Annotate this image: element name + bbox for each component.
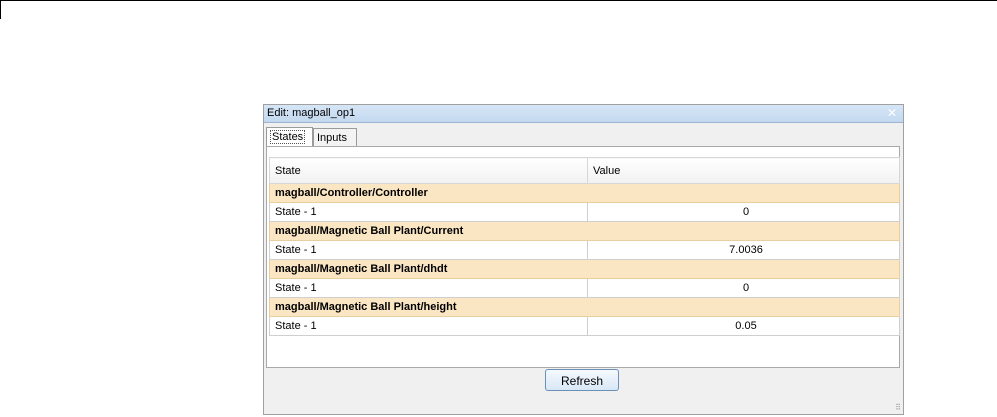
tab-states[interactable]: States <box>266 127 313 147</box>
state-value[interactable]: 0.05 <box>587 316 900 336</box>
refresh-button[interactable]: Refresh <box>545 369 619 391</box>
tab-inputs-label: Inputs <box>317 132 347 144</box>
state-label: State - 1 <box>269 240 588 260</box>
state-value[interactable]: 0 <box>587 202 900 222</box>
column-header-value[interactable]: Value <box>587 157 900 184</box>
state-value[interactable]: 7.0036 <box>587 240 900 260</box>
tab-states-label: States <box>270 130 306 144</box>
state-label: State - 1 <box>269 278 588 298</box>
group-name: magball/Magnetic Ball Plant/dhdt <box>269 259 900 279</box>
table-row: State - 1 0 <box>269 278 900 298</box>
group-name: magball/Controller/Controller <box>269 183 900 203</box>
table-row: State - 1 7.0036 <box>269 240 900 260</box>
column-header-state[interactable]: State <box>269 157 588 184</box>
top-divider-tick <box>0 1 1 19</box>
resize-grip-icon[interactable]: ⠿ <box>889 403 901 413</box>
top-divider <box>0 0 997 19</box>
table-row: State - 1 0.05 <box>269 316 900 336</box>
group-row: magball/Magnetic Ball Plant/Current <box>269 221 900 241</box>
state-label: State - 1 <box>269 316 588 336</box>
group-row: magball/Magnetic Ball Plant/dhdt <box>269 259 900 279</box>
close-icon[interactable]: ✕ <box>885 106 899 120</box>
table-header-row: State Value <box>269 157 900 184</box>
group-row: magball/Controller/Controller <box>269 183 900 203</box>
states-table: State Value magball/Controller/Controlle… <box>269 157 900 336</box>
dialog-title: Edit: magball_op1 <box>267 107 356 119</box>
dialog-titlebar[interactable]: Edit: magball_op1 ✕ <box>264 105 903 123</box>
page: Edit: magball_op1 ✕ States Inputs State … <box>0 0 997 417</box>
state-label: State - 1 <box>269 202 588 222</box>
edit-dialog: Edit: magball_op1 ✕ States Inputs State … <box>263 104 904 415</box>
group-row: magball/Magnetic Ball Plant/height <box>269 297 900 317</box>
group-name: magball/Magnetic Ball Plant/height <box>269 297 900 317</box>
tab-inputs[interactable]: Inputs <box>313 128 357 146</box>
group-name: magball/Magnetic Ball Plant/Current <box>269 221 900 241</box>
table-row: State - 1 0 <box>269 202 900 222</box>
state-value[interactable]: 0 <box>587 278 900 298</box>
states-table-frame: State Value magball/Controller/Controlle… <box>266 146 900 368</box>
